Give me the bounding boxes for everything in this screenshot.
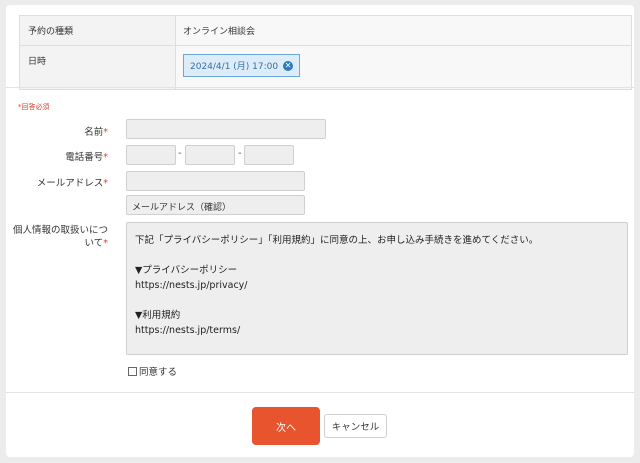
phone-input-1[interactable] (126, 145, 176, 165)
privacy-heading: ▼プライバシーポリシー (135, 265, 238, 276)
summary-row-datetime: 日時 2024/4/1 (月) 17:00 ✕ (19, 45, 632, 90)
terms-url: https://nests.jp/terms/ (135, 325, 241, 336)
checkbox-icon[interactable] (128, 366, 137, 376)
divider (6, 392, 634, 393)
type-value: オンライン相談会 (175, 15, 632, 46)
phone-label-text: 電話番号 (65, 152, 104, 163)
terms-heading: ▼利用規約 (135, 310, 181, 321)
cancel-button[interactable]: キャンセル (324, 414, 387, 438)
phone-separator-1: - (178, 148, 182, 159)
required-star: * (103, 127, 108, 138)
privacy-label: 個人情報の取扱いについて* (8, 224, 108, 250)
email-label-text: メールアドレス (36, 178, 104, 189)
datetime-chip: 2024/4/1 (月) 17:00 ✕ (183, 54, 301, 77)
phone-label: 電話番号* (65, 149, 108, 163)
policy-textbox[interactable]: 下記「プライバシーポリシー」「利用規約」に同意の上、お申し込み手続きを進めてくだ… (126, 222, 628, 355)
email-label: メールアドレス* (37, 175, 108, 189)
privacy-url: https://nests.jp/privacy/ (135, 280, 248, 291)
privacy-label-text: 個人情報の取扱いについて (12, 225, 108, 249)
next-button[interactable]: 次へ (252, 407, 320, 445)
email-confirm-input[interactable]: メールアドレス（確認） (126, 195, 305, 215)
datetime-value: 2024/4/1 (月) 17:00 (190, 62, 279, 72)
agree-checkbox[interactable]: 同意する (128, 364, 177, 378)
datetime-label: 日時 (19, 45, 176, 90)
required-star: * (103, 178, 108, 189)
summary-row-type: 予約の種類 オンライン相談会 (19, 15, 632, 46)
reservation-summary-table: 予約の種類 オンライン相談会 日時 2024/4/1 (月) 17:00 ✕ (19, 15, 632, 90)
divider (6, 87, 634, 88)
datetime-cell: 2024/4/1 (月) 17:00 ✕ (175, 45, 632, 90)
policy-intro: 下記「プライバシーポリシー」「利用規約」に同意の上、お申し込み手続きを進めてくだ… (135, 235, 539, 246)
remove-icon[interactable]: ✕ (283, 60, 294, 71)
phone-separator-2: - (238, 148, 242, 159)
phone-input-3[interactable] (244, 145, 294, 165)
name-label-text: 名前 (84, 127, 104, 138)
reservation-form-card: 予約の種類 オンライン相談会 日時 2024/4/1 (月) 17:00 ✕ *… (6, 5, 634, 457)
required-star: * (103, 152, 108, 163)
name-label: 名前* (84, 124, 108, 138)
required-note: *回答必須 (18, 103, 50, 111)
agree-label: 同意する (139, 367, 178, 378)
email-input[interactable] (126, 171, 305, 191)
phone-input-2[interactable] (185, 145, 235, 165)
name-input[interactable] (126, 119, 326, 139)
required-star: * (103, 238, 108, 249)
type-label: 予約の種類 (19, 15, 176, 46)
